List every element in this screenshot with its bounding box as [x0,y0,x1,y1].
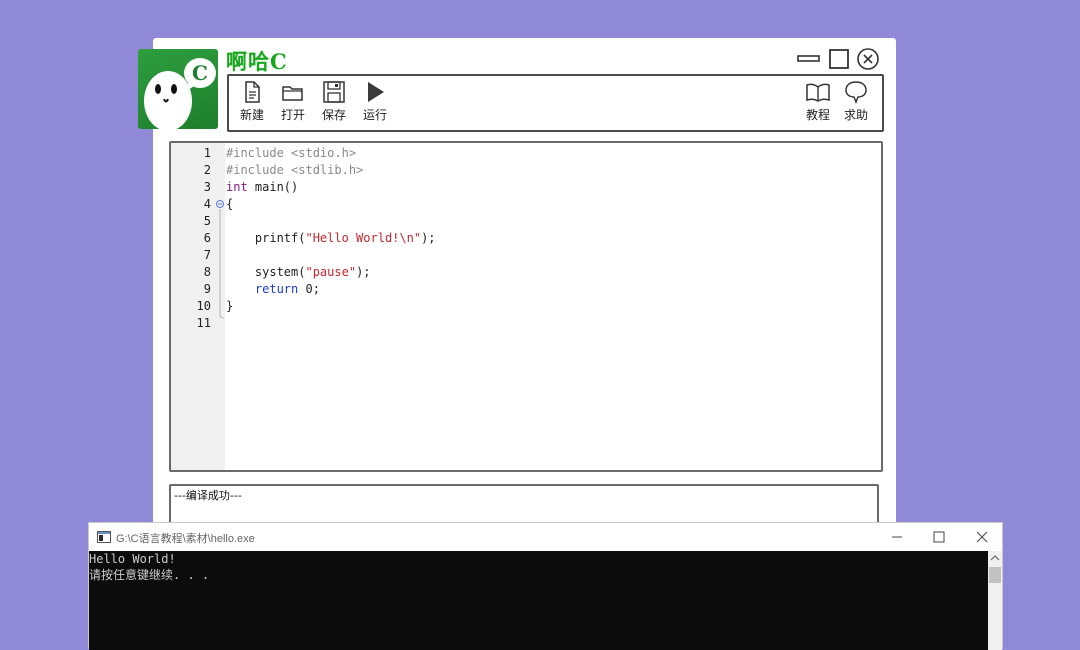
maximize-button[interactable] [828,48,850,70]
close-button[interactable] [856,48,880,70]
line-number: 2 [203,163,211,177]
speech-bubble-icon [845,81,867,104]
line-number: 5 [203,214,211,228]
code-line: 8 system("pause"); [171,264,881,281]
svg-text:C: C [192,61,208,85]
open-button[interactable]: 打开 [273,80,313,123]
book-icon [806,83,830,102]
save-button[interactable]: 保存 [314,80,354,123]
save-label: 保存 [321,108,346,122]
console-title: G:\C语言教程\素材\hello.exe [116,533,255,545]
minimize-button[interactable] [797,48,821,70]
scroll-up-icon [989,555,1001,583]
code-line: 5 [171,213,881,230]
close-icon [857,48,879,70]
code-text: return 0; [254,282,320,296]
app-logo: C [138,49,218,129]
console-maximize-icon[interactable] [932,530,946,544]
run-button[interactable]: 运行 [355,80,395,123]
line-number: 10 [196,299,211,313]
open-folder-icon [282,86,303,101]
console-window: G:\C语言教程\素材\hello.exe Hello World! 请按任意键… [88,522,1003,650]
code-text: int main() [226,180,299,194]
console-app-icon [97,531,111,543]
code-line: 2 #include <stdlib.h> [171,162,881,179]
console-scrollbar[interactable] [988,551,1002,650]
code-line: 4 { [171,196,881,213]
code-line: 3 int main() [171,179,881,196]
console-line: 请按任意键继续. . . [89,568,210,582]
code-text: printf("Hello World!\n"); [226,231,436,245]
open-label: 打开 [280,108,305,122]
compile-status-text: ---编译成功--- [174,489,242,502]
line-number: 9 [203,282,211,296]
new-label: 新建 [239,108,264,122]
code-text: system("pause"); [226,265,371,279]
minimize-icon [797,55,820,62]
code-line: 7 [171,247,881,264]
line-number: 1 [203,146,211,160]
code-text: } [226,299,234,313]
new-button[interactable]: 新建 [232,80,272,123]
run-play-icon [368,82,384,102]
toolbar: 新建 打开 保存 运行 教程 求助 [227,74,884,132]
run-label: 运行 [362,108,387,122]
console-close-icon[interactable] [975,530,989,544]
logo-mascot-icon: C [144,58,216,129]
help-label: 求助 [843,108,868,122]
maximize-icon [829,49,849,69]
save-disk-icon [323,81,345,103]
line-number: 3 [203,180,211,194]
code-line: 1 #include <stdio.h> [171,145,881,162]
line-number: 7 [203,248,211,262]
console-titlebar[interactable]: G:\C语言教程\素材\hello.exe [89,523,1002,551]
code-text: #include <stdio.h> [226,146,357,160]
code-text: #include <stdlib.h> [226,163,364,177]
line-number: 6 [203,231,211,245]
code-line: 6 printf("Hello World!\n"); [171,230,881,247]
code-line: 9 return 0; [171,281,881,298]
app-title: 啊哈C [226,49,288,74]
console-line: Hello World! [89,552,176,566]
console-minimize-icon[interactable] [890,530,904,544]
code-line: 10 } [171,298,881,315]
code-editor[interactable]: 1 #include <stdio.h> 2 #include <stdlib.… [169,141,883,472]
tutorial-label: 教程 [805,108,830,122]
console-output: Hello World! 请按任意键继续. . . [89,551,988,650]
code-line: 11 [171,315,881,332]
line-number: 4 [203,197,211,211]
line-number: 8 [203,265,211,279]
tutorial-button[interactable]: 教程 [798,80,838,123]
new-file-icon [245,81,260,103]
help-button[interactable]: 求助 [836,80,876,123]
code-text: { [226,197,234,211]
line-number: 11 [196,316,211,330]
